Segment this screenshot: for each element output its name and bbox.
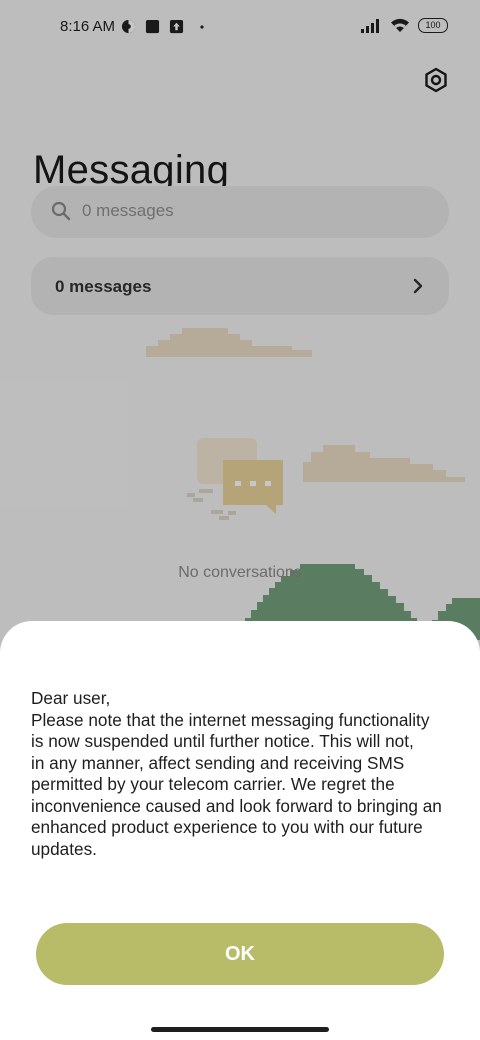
dialog-line: permitted by your telecom carrier. We re…	[31, 774, 395, 794]
dialog-line: enhanced product experience to you with …	[31, 817, 423, 837]
dialog-line: in any manner, affect sending and receiv…	[31, 752, 405, 773]
dialog-line: updates.	[31, 838, 97, 859]
dialog-line: inconvenience caused and look forward to…	[31, 795, 442, 816]
dialog-line: Please note that the internet messaging …	[31, 709, 430, 730]
dialog-line: is now suspended until further notice. T…	[31, 731, 414, 751]
dialog-message: Dear user, Please note that the internet…	[31, 688, 461, 860]
messaging-screen: 8:16 AM 100 Messaging 0 messages 0 messa…	[0, 0, 480, 1040]
notice-dialog: Dear user, Please note that the internet…	[0, 621, 480, 1040]
ok-button[interactable]: OK	[36, 923, 444, 985]
dialog-line: Dear user,	[31, 688, 111, 708]
home-indicator[interactable]	[151, 1027, 329, 1032]
